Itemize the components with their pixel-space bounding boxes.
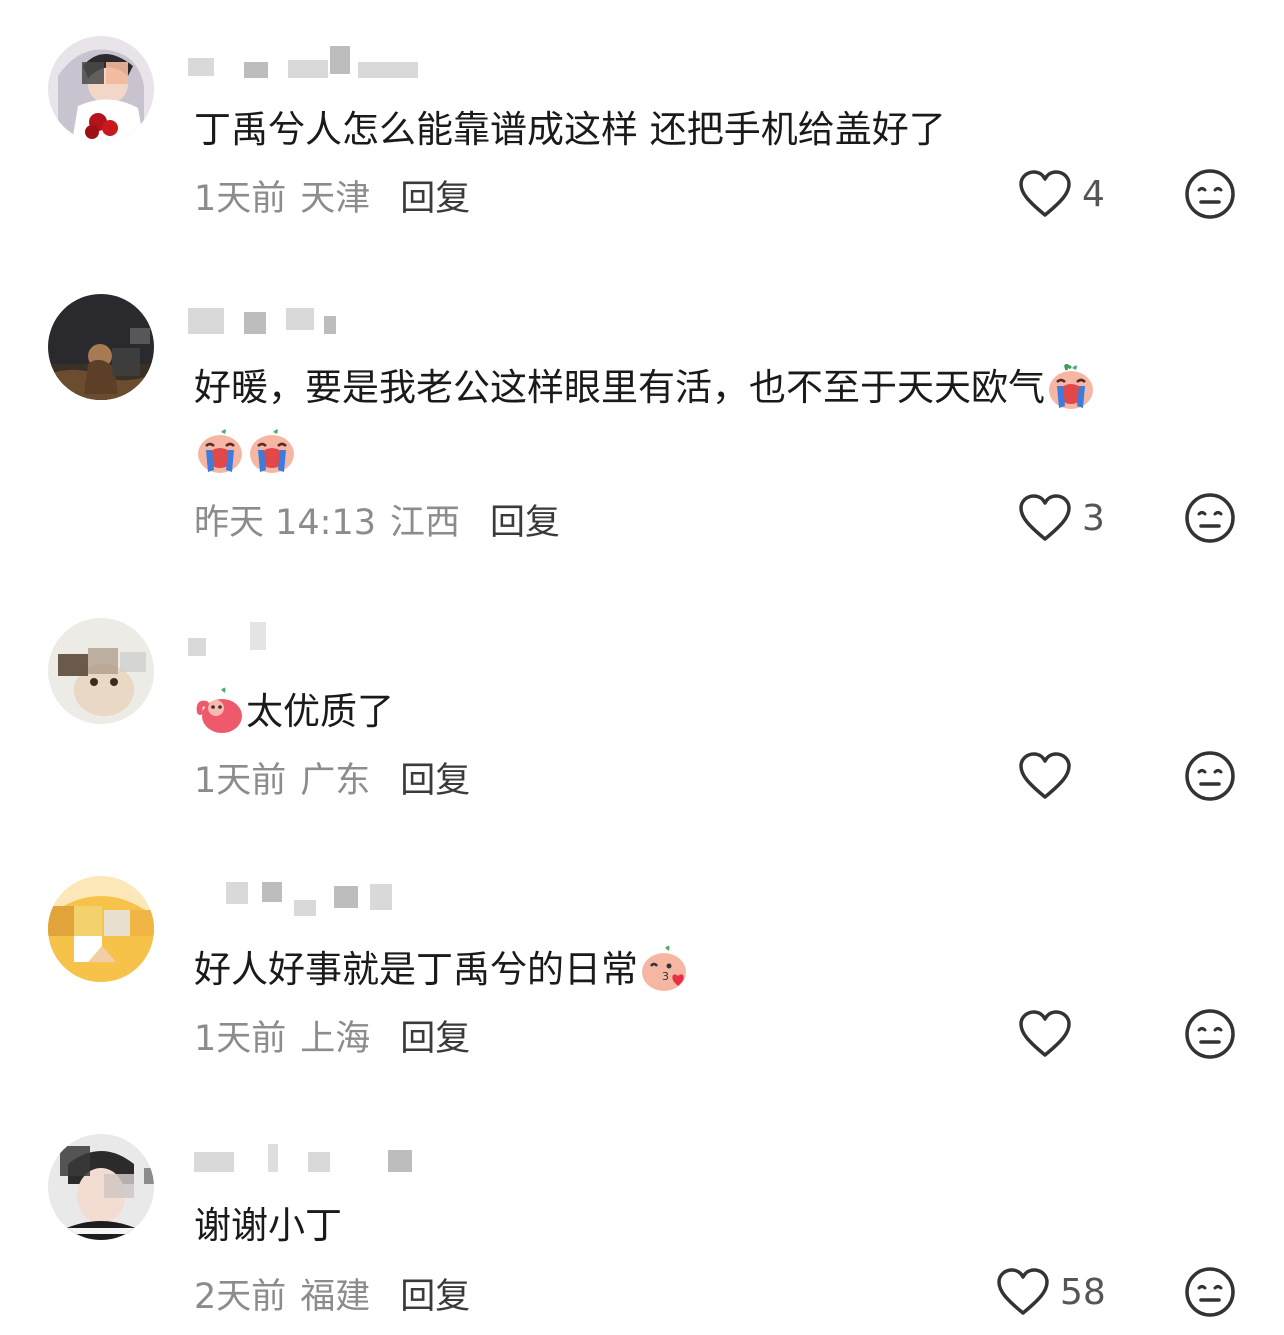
like-button[interactable] <box>1018 1006 1082 1062</box>
comment-time: 昨天 14:13 <box>194 503 376 543</box>
comment-text: 谢谢小丁 <box>194 1200 342 1252</box>
reply-button[interactable]: 回复 <box>400 1277 470 1317</box>
like-count: 4 <box>1082 173 1105 215</box>
comment-text-content: 谢谢小丁 <box>194 1204 342 1247</box>
user-avatar[interactable] <box>48 876 154 982</box>
comment-time: 2天前 <box>194 1277 287 1317</box>
comment-text: 丁禹兮人怎么能靠谱成这样 还把手机给盖好了 <box>194 104 946 156</box>
comment-location: 广东 <box>300 761 371 801</box>
like-button[interactable]: 58 <box>996 1264 1106 1320</box>
reply-button[interactable]: 回复 <box>490 503 560 543</box>
comment-meta: 1天前 上海 回复 <box>194 1010 470 1061</box>
meh-face-icon[interactable] <box>1184 1008 1236 1060</box>
comment-text-content: 好人好事就是丁禹兮的日常 <box>194 948 638 991</box>
comment-text-content: 太优质了 <box>246 690 394 733</box>
comment-meta: 2天前 福建 回复 <box>194 1268 470 1319</box>
username-blurred[interactable] <box>188 882 428 918</box>
comment-time: 1天前 <box>194 1019 287 1059</box>
reply-button[interactable]: 回复 <box>400 179 470 219</box>
waving-emoji <box>194 684 246 736</box>
username-blurred[interactable] <box>188 44 428 80</box>
user-avatar[interactable] <box>48 36 154 142</box>
heart-outline-icon <box>1019 1010 1071 1057</box>
meh-face-icon[interactable] <box>1184 168 1236 220</box>
reply-button[interactable]: 回复 <box>400 1019 470 1059</box>
user-avatar[interactable] <box>48 294 154 400</box>
crying-emoji <box>246 424 298 476</box>
kiss-emoji: 3 <box>638 942 690 994</box>
comment-text: 好暖，要是我老公这样眼里有活，也不至于天天欧气 <box>194 360 1097 414</box>
comment-text-line2 <box>194 424 298 478</box>
crying-emoji <box>1045 360 1097 412</box>
comment-location: 江西 <box>390 503 461 543</box>
heart-outline-icon <box>1019 170 1071 217</box>
comment-location: 上海 <box>300 1019 371 1059</box>
comment-location: 福建 <box>300 1277 371 1317</box>
user-avatar[interactable] <box>48 1134 154 1240</box>
like-count: 3 <box>1082 497 1105 539</box>
comment-meta: 1天前 广东 回复 <box>194 752 470 803</box>
meh-face-icon[interactable] <box>1184 492 1236 544</box>
crying-emoji <box>194 424 246 476</box>
like-count: 58 <box>1060 1271 1106 1313</box>
comment-location: 天津 <box>300 179 371 219</box>
username-blurred[interactable] <box>188 622 428 658</box>
svg-text:3: 3 <box>662 970 669 983</box>
meh-face-icon[interactable] <box>1184 750 1236 802</box>
comment-text: 好人好事就是丁禹兮的日常 3 <box>194 942 690 996</box>
like-button[interactable]: 3 <box>1018 490 1105 546</box>
username-blurred[interactable] <box>188 302 428 338</box>
heart-outline-icon <box>997 1268 1049 1315</box>
username-blurred[interactable] <box>188 1140 428 1176</box>
reply-button[interactable]: 回复 <box>400 761 470 801</box>
user-avatar[interactable] <box>48 618 154 724</box>
heart-outline-icon <box>1019 752 1071 799</box>
comment-meta: 1天前 天津 回复 <box>194 170 470 221</box>
comment-time: 1天前 <box>194 761 287 801</box>
comment-time: 1天前 <box>194 179 287 219</box>
heart-outline-icon <box>1019 494 1071 541</box>
like-button[interactable]: 4 <box>1018 166 1105 222</box>
comment-meta: 昨天 14:13 江西 回复 <box>194 494 560 545</box>
comment-text: 太优质了 <box>194 684 394 738</box>
meh-face-icon[interactable] <box>1184 1266 1236 1318</box>
comment-text-content: 丁禹兮人怎么能靠谱成这样 还把手机给盖好了 <box>194 108 946 151</box>
like-button[interactable] <box>1018 748 1082 804</box>
comment-text-content: 好暖，要是我老公这样眼里有活，也不至于天天欧气 <box>194 366 1045 409</box>
